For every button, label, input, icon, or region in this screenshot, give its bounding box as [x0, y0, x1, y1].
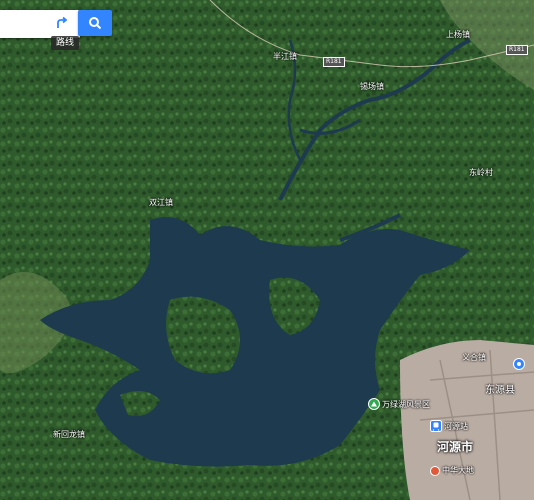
district-icon	[430, 465, 440, 476]
search-icon	[89, 17, 102, 30]
place-label: 锡场镇	[360, 82, 384, 91]
road-shield: R181	[506, 45, 528, 55]
station-icon	[430, 420, 442, 432]
road-shield: R181	[323, 57, 345, 67]
place-label: 义合镇	[462, 353, 486, 362]
place-label: 东岭村	[469, 168, 493, 177]
place-label: 上杨镇	[446, 30, 470, 39]
scenic-spot-marker[interactable]: 万绿湖风景区	[368, 398, 430, 410]
route-icon	[57, 16, 68, 28]
route-button[interactable]	[52, 13, 72, 33]
search-button[interactable]	[78, 10, 112, 36]
scenic-spot-label: 万绿湖风景区	[382, 399, 430, 409]
county-label: 东源县	[485, 385, 515, 396]
route-tooltip: 路线	[51, 36, 79, 50]
station-label: 河源站	[444, 421, 468, 431]
station-marker[interactable]: 河源站	[430, 420, 468, 432]
government-icon[interactable]	[513, 358, 525, 370]
place-label: 新回龙镇	[53, 430, 85, 439]
place-label: 双江镇	[149, 198, 173, 207]
place-label: 半江镇	[273, 52, 297, 61]
district-label: 中华大地	[442, 466, 474, 475]
city-label: 河源市	[437, 440, 474, 454]
district-marker[interactable]: 中华大地	[430, 465, 474, 476]
search-bar	[0, 10, 112, 38]
scenic-spot-icon	[368, 398, 380, 410]
